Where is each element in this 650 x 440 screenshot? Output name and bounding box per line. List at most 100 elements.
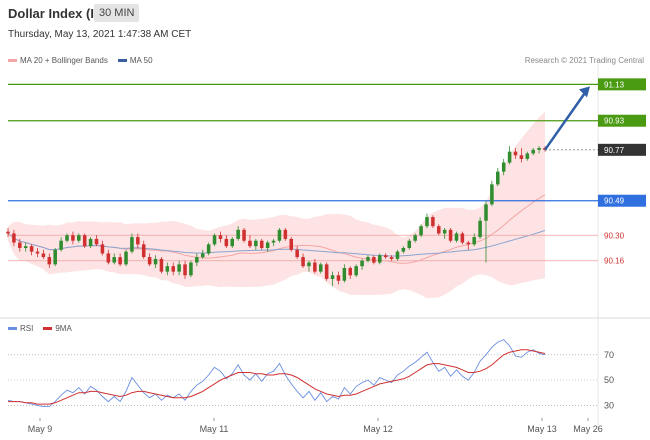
candle-body	[136, 237, 140, 245]
candle-body	[124, 251, 128, 265]
candle-body	[259, 240, 264, 248]
candle-body	[466, 242, 471, 245]
candle-body	[354, 266, 358, 276]
candle-body	[141, 244, 146, 258]
x-tick-label: May 13	[527, 424, 557, 434]
candle-body	[389, 257, 394, 259]
rsi-line	[7, 339, 546, 408]
candle-body	[484, 204, 488, 221]
candle-body	[77, 235, 81, 241]
candle-body	[195, 257, 199, 263]
candle-body	[71, 235, 75, 241]
candle-body	[448, 229, 453, 241]
candle-body	[525, 153, 530, 159]
candle-body	[307, 262, 311, 267]
candle-body	[112, 257, 116, 263]
candle-body	[159, 258, 164, 272]
candle-body	[165, 266, 170, 272]
candle-body	[153, 258, 158, 265]
bollinger-band	[8, 111, 545, 299]
level-label-90.93: 90.93	[604, 117, 625, 126]
candle-body	[507, 151, 512, 163]
candle-body	[318, 264, 323, 272]
level-label-91.13: 91.13	[604, 80, 625, 89]
level-label-90.77: 90.77	[604, 146, 625, 155]
candle-body	[295, 249, 299, 258]
candle-body	[336, 275, 341, 281]
x-tick-label: May 26	[573, 424, 603, 434]
candle-body	[413, 235, 417, 241]
candle-body	[437, 226, 441, 234]
candle-body	[82, 235, 87, 247]
price-chart[interactable]: 91.13 90.93 90.77 90.49 90.30 90.16 30 50 70 May …	[0, 0, 650, 440]
candle-body	[330, 275, 335, 279]
candle-body	[206, 244, 211, 254]
candle-body	[200, 253, 205, 258]
candle-body	[478, 220, 482, 238]
candle-body	[94, 238, 99, 245]
candle-body	[401, 248, 406, 252]
rsi-tick-label: 50	[604, 375, 614, 385]
candle-body	[171, 266, 176, 272]
candle-body	[324, 264, 329, 279]
candle-body	[383, 255, 388, 258]
candle-body	[106, 253, 111, 263]
candle-body	[12, 233, 16, 243]
level-label-90.49: 90.49	[604, 197, 625, 206]
forecast-arrowhead	[579, 86, 590, 98]
candle-body	[236, 229, 240, 239]
candle-body	[212, 235, 217, 245]
candle-body	[460, 233, 465, 243]
candle-body	[442, 229, 447, 234]
candle-body	[118, 257, 122, 265]
candle-body	[218, 235, 223, 239]
candle-body	[41, 253, 46, 258]
candle-body	[472, 237, 476, 245]
candle-body	[366, 257, 370, 261]
candle-body	[29, 246, 34, 252]
rsi-ma-line	[8, 349, 546, 405]
candle-body	[537, 148, 541, 150]
candle-body	[496, 171, 500, 185]
candle-body	[531, 149, 535, 154]
candle-body	[23, 246, 28, 248]
candle-body	[100, 244, 105, 254]
candle-body	[59, 240, 63, 250]
x-tick-label: May 9	[28, 424, 53, 434]
candle-body	[18, 242, 22, 248]
x-tick-label: May 12	[363, 424, 393, 434]
level-label-90.30: 90.30	[604, 231, 625, 240]
candle-body	[490, 184, 494, 205]
candle-body	[130, 237, 134, 252]
candle-body	[230, 238, 235, 247]
candle-body	[271, 240, 276, 243]
candle-body	[283, 229, 288, 239]
candle-body	[189, 262, 193, 276]
candle-body	[254, 240, 258, 247]
level-label-90.16: 90.16	[604, 257, 625, 266]
candle-body	[454, 233, 459, 241]
candle-body	[224, 238, 229, 247]
candle-body	[431, 217, 435, 227]
candle-body	[183, 264, 187, 276]
candle-body	[301, 257, 305, 267]
candle-body	[65, 235, 69, 241]
rsi-tick-label: 30	[604, 400, 614, 410]
candle-body	[265, 242, 270, 248]
candle-body	[6, 231, 10, 234]
candle-body	[88, 238, 93, 247]
candle-body	[248, 240, 252, 247]
candle-body	[419, 226, 423, 236]
rsi-tick-label: 70	[604, 350, 614, 360]
x-tick-label: May 11	[200, 424, 229, 434]
candle-body	[395, 251, 400, 259]
candle-body	[53, 249, 57, 265]
candle-body	[407, 240, 412, 248]
candle-body	[377, 255, 382, 263]
candle-body	[242, 229, 246, 241]
candle-body	[425, 217, 429, 227]
candle-body	[519, 155, 524, 159]
candle-body	[348, 268, 353, 276]
candle-body	[289, 238, 294, 250]
candle-body	[372, 257, 376, 263]
